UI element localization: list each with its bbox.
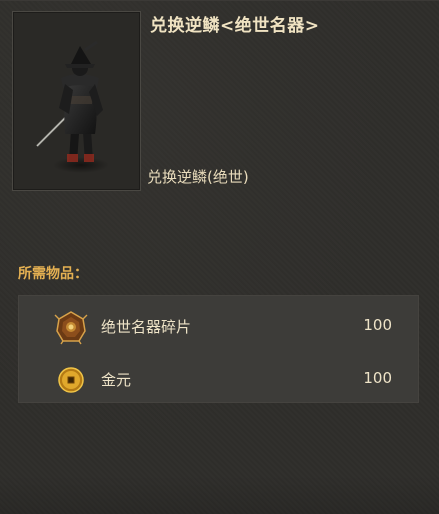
item-portrait — [12, 11, 141, 191]
gold-coin-icon — [53, 362, 89, 398]
required-item-name: 金元 — [101, 371, 132, 389]
legendary-fragment-icon — [53, 309, 89, 345]
reward-item-name: 兑换逆鳞(绝世) — [147, 168, 249, 186]
exchange-title: 兑换逆鳞<绝世名器> — [150, 16, 320, 36]
warrior-figure-icon — [36, 40, 109, 173]
panel-bottom-shade — [0, 474, 439, 514]
required-item-row: 金元 100 — [19, 354, 418, 402]
required-item-row: 绝世名器碎片 100 — [19, 301, 418, 349]
exchange-panel: 兑换逆鳞<绝世名器> 兑换逆鳞(绝世) 所需物品： 绝世名器碎片 100 金元 … — [0, 0, 439, 514]
required-items-list: 绝世名器碎片 100 金元 100 — [18, 295, 419, 403]
required-item-quantity: 100 — [363, 316, 392, 334]
required-item-name: 绝世名器碎片 — [101, 318, 192, 336]
required-items-label: 所需物品： — [18, 266, 88, 282]
required-item-quantity: 100 — [363, 369, 392, 387]
